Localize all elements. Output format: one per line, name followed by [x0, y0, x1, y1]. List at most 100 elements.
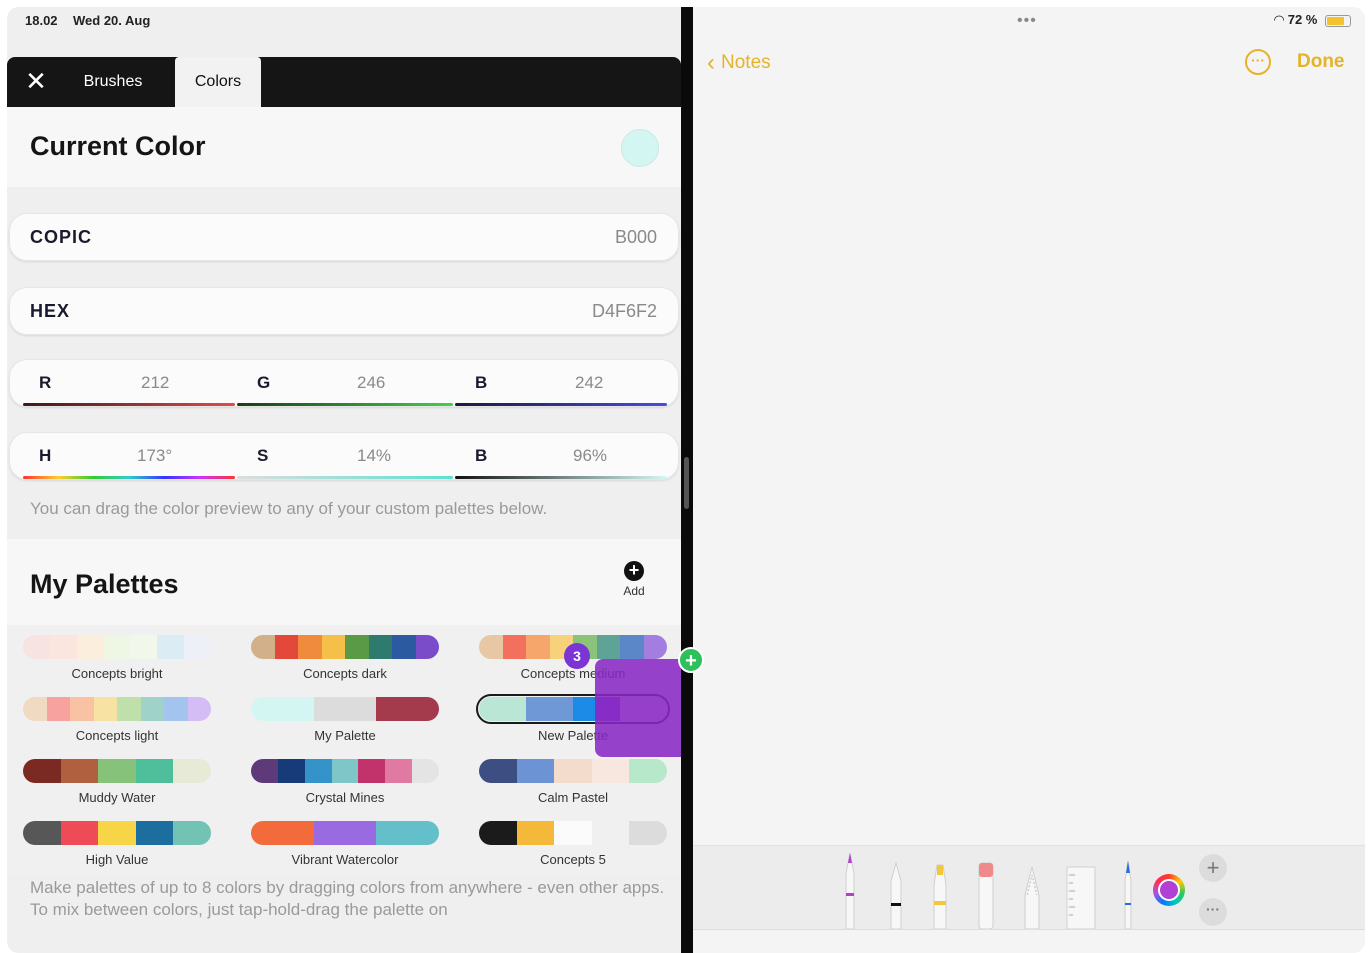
- palette-color-swatch[interactable]: [502, 697, 526, 721]
- palette-swatch-bar[interactable]: [23, 697, 211, 721]
- palette-color-swatch[interactable]: [277, 759, 305, 783]
- palette-color-swatch[interactable]: [98, 821, 136, 845]
- palette-swatch-bar[interactable]: [251, 821, 439, 845]
- palette-swatch-bar[interactable]: [251, 759, 439, 783]
- done-button[interactable]: Done: [1297, 51, 1345, 73]
- palette-color-swatch[interactable]: [164, 697, 188, 721]
- b-slider-hsb[interactable]: [455, 476, 667, 479]
- color-picker-icon[interactable]: [1153, 874, 1185, 906]
- b-value[interactable]: 242: [575, 373, 603, 393]
- palette-color-swatch[interactable]: [554, 821, 592, 845]
- palette-swatch-bar[interactable]: [23, 759, 211, 783]
- palette-color-swatch[interactable]: [187, 697, 211, 721]
- palette-color-swatch[interactable]: [407, 697, 439, 721]
- palette-color-swatch[interactable]: [376, 821, 439, 845]
- palette-color-swatch[interactable]: [173, 821, 211, 845]
- close-icon[interactable]: ✕: [22, 67, 50, 95]
- palette-item[interactable]: Vibrant Watercolor: [251, 811, 439, 867]
- palette-item[interactable]: My Palette: [251, 687, 439, 743]
- palette-color-swatch[interactable]: [573, 697, 597, 721]
- palette-color-swatch[interactable]: [479, 821, 517, 845]
- dragged-color-preview[interactable]: [595, 659, 681, 757]
- palette-color-swatch[interactable]: [173, 759, 211, 783]
- palette-color-swatch[interactable]: [60, 759, 99, 783]
- g-value[interactable]: 246: [357, 373, 385, 393]
- g-slider[interactable]: [237, 403, 453, 406]
- palette-color-swatch[interactable]: [321, 635, 345, 659]
- palette-color-swatch[interactable]: [479, 759, 517, 783]
- palette-color-swatch[interactable]: [376, 697, 408, 721]
- palette-color-swatch[interactable]: [46, 697, 70, 721]
- hsb-field[interactable]: H 173° S 14% B 96%: [9, 432, 679, 480]
- b-slider[interactable]: [455, 403, 667, 406]
- split-view-handle[interactable]: [684, 457, 689, 509]
- palette-item[interactable]: Concepts dark: [251, 625, 439, 681]
- palette-color-swatch[interactable]: [502, 635, 526, 659]
- palette-item[interactable]: Concepts bright: [23, 625, 211, 681]
- add-palette-button[interactable]: + Add: [619, 561, 649, 599]
- palette-color-swatch[interactable]: [298, 635, 322, 659]
- palette-color-swatch[interactable]: [643, 635, 667, 659]
- palette-item[interactable]: Concepts light: [23, 687, 211, 743]
- palette-swatch-bar[interactable]: [251, 697, 439, 721]
- r-value[interactable]: 212: [141, 373, 169, 393]
- palette-color-swatch[interactable]: [23, 697, 47, 721]
- palette-color-swatch[interactable]: [130, 635, 158, 659]
- more-tools-icon[interactable]: ···: [1199, 898, 1227, 926]
- palette-swatch-bar[interactable]: [479, 821, 667, 845]
- tab-colors[interactable]: Colors: [175, 57, 261, 107]
- h-value[interactable]: 173°: [137, 446, 172, 466]
- current-color-swatch[interactable]: [621, 129, 659, 167]
- palette-color-swatch[interactable]: [184, 635, 211, 659]
- pen-tool-icon[interactable]: [839, 849, 861, 929]
- palette-color-swatch[interactable]: [23, 635, 50, 659]
- palette-color-swatch[interactable]: [251, 759, 278, 783]
- palette-swatch-bar[interactable]: [23, 635, 211, 659]
- palette-color-swatch[interactable]: [516, 759, 555, 783]
- palette-color-swatch[interactable]: [93, 697, 117, 721]
- s-slider[interactable]: [237, 476, 453, 479]
- palette-swatch-bar[interactable]: [23, 821, 211, 845]
- lasso-tool-icon[interactable]: [1021, 865, 1043, 929]
- palette-item[interactable]: Muddy Water: [23, 749, 211, 805]
- palette-color-swatch[interactable]: [98, 759, 136, 783]
- palette-color-swatch[interactable]: [629, 759, 667, 783]
- palette-color-swatch[interactable]: [415, 635, 439, 659]
- palette-color-swatch[interactable]: [526, 697, 550, 721]
- palette-color-swatch[interactable]: [282, 697, 314, 721]
- marker-tool-icon[interactable]: [885, 859, 907, 929]
- palette-color-swatch[interactable]: [140, 697, 164, 721]
- h-slider[interactable]: [23, 476, 235, 479]
- palette-color-swatch[interactable]: [103, 635, 131, 659]
- more-options-icon[interactable]: ···: [1245, 49, 1271, 75]
- palette-color-swatch[interactable]: [304, 759, 332, 783]
- palette-color-swatch[interactable]: [358, 759, 386, 783]
- palette-color-swatch[interactable]: [412, 759, 439, 783]
- palette-item[interactable]: Crystal Mines: [251, 749, 439, 805]
- palette-color-swatch[interactable]: [331, 759, 359, 783]
- palette-color-swatch[interactable]: [117, 697, 141, 721]
- palette-color-swatch[interactable]: [591, 821, 630, 845]
- palette-color-swatch[interactable]: [76, 635, 104, 659]
- palette-swatch-bar[interactable]: [251, 635, 439, 659]
- palette-color-swatch[interactable]: [479, 635, 503, 659]
- palette-color-swatch[interactable]: [60, 821, 99, 845]
- palette-color-swatch[interactable]: [251, 697, 283, 721]
- copic-field[interactable]: COPIC B000: [9, 213, 679, 261]
- palette-color-swatch[interactable]: [313, 821, 377, 845]
- palette-color-swatch[interactable]: [516, 821, 555, 845]
- palette-color-swatch[interactable]: [526, 635, 550, 659]
- palette-color-swatch[interactable]: [629, 821, 667, 845]
- highlighter-tool-icon[interactable]: [929, 861, 951, 929]
- add-tool-icon[interactable]: +: [1199, 854, 1227, 882]
- hex-field[interactable]: HEX D4F6F2: [9, 287, 679, 335]
- palette-item[interactable]: Calm Pastel: [479, 749, 667, 805]
- ruler-tool-icon[interactable]: [1063, 863, 1099, 929]
- palette-color-swatch[interactable]: [23, 821, 61, 845]
- palette-color-swatch[interactable]: [135, 759, 174, 783]
- palette-color-swatch[interactable]: [70, 697, 94, 721]
- palette-color-swatch[interactable]: [251, 821, 314, 845]
- tab-brushes[interactable]: Brushes: [65, 57, 161, 107]
- palette-color-swatch[interactable]: [368, 635, 392, 659]
- palette-color-swatch[interactable]: [49, 635, 77, 659]
